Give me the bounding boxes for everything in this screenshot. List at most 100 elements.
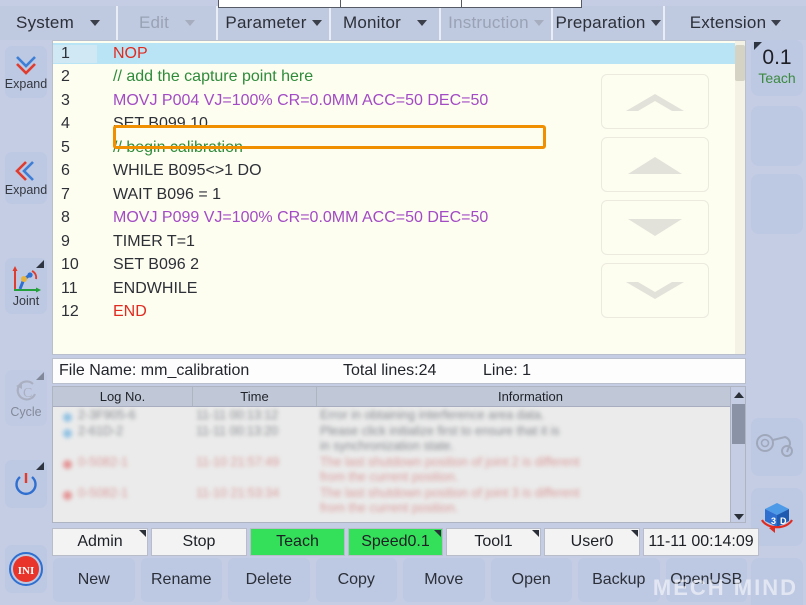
move-button[interactable]: Move [403, 558, 485, 602]
log-row[interactable]: 2-3F905-6 11-11 00:13:12 Error in obtainin… [53, 407, 745, 423]
line-number: 3 [61, 91, 70, 109]
menu-item-system[interactable]: System [0, 6, 118, 40]
tool-status[interactable]: Tool1 [446, 528, 541, 556]
coordinate-mode-label: Joint [12, 293, 40, 308]
log-row[interactable]: 0-5082-1 11-10 21:57:49 The last shutdown … [53, 454, 745, 485]
delete-button[interactable]: Delete [228, 558, 310, 602]
log-scrollbar-thumb[interactable] [732, 404, 745, 444]
log-table-body[interactable]: 2-3F905-6 11-11 00:13:12 Error in obtainin… [53, 407, 745, 522]
mode-status[interactable]: Teach [250, 528, 345, 556]
svg-text:3: 3 [771, 516, 776, 526]
line-number: 1 [53, 44, 97, 63]
3d-cube-icon: 3 D [761, 503, 793, 533]
log-time: 11-10 21:57:49 [196, 455, 280, 469]
status-label: Tool1 [474, 533, 513, 550]
chevron-down-icon [185, 20, 196, 26]
editor-scrollbar-thumb[interactable] [735, 45, 745, 81]
program-editor[interactable]: 1 NOP 2 // add the capture point here 3 MOVJ … [52, 40, 746, 355]
init-button[interactable]: INI [5, 545, 47, 593]
openusb-button[interactable]: OpenUSB [665, 558, 747, 602]
status-label: Admin [77, 533, 123, 550]
user-frame-status[interactable]: User0 [544, 528, 640, 556]
expand-left-button[interactable]: Expand [5, 152, 47, 204]
svg-text:INI: INI [18, 565, 35, 577]
coordinate-mode-button[interactable]: Joint [5, 258, 47, 314]
log-time: 11-10 21:53:34 [196, 486, 280, 500]
triangle-up-icon [628, 156, 682, 174]
button-label: Move [424, 571, 464, 588]
chevron-down-icon [417, 20, 428, 26]
menu-item-label: Edit [138, 13, 170, 32]
code-text: MOVJ P099 VJ=100% CR=0.0MM ACC=50 DEC=50 [113, 209, 489, 226]
editor-scrollbar[interactable] [735, 41, 745, 354]
menu-item-label: Extension [689, 13, 767, 32]
corner-indicator-icon [139, 530, 146, 537]
clock-status[interactable]: 11-11 00:14:09 [643, 528, 759, 556]
new-button[interactable]: New [53, 558, 135, 602]
teach-speed-button[interactable]: 0.1 Teach [751, 40, 803, 96]
page-down-button[interactable] [601, 263, 709, 318]
code-text: // begin calibration [113, 138, 243, 156]
corner-indicator-icon [631, 530, 638, 537]
menu-item-label: System [16, 13, 74, 32]
editor-nav-buttons [601, 74, 711, 326]
log-severity-dot [63, 413, 72, 422]
chevron-up-icon [626, 93, 684, 111]
file-info-bar: File Name: mm_calibration Total lines:24… [52, 358, 746, 384]
run-state-status[interactable]: Stop [151, 528, 247, 556]
file-action-toolbar: New Rename Delete Copy Move Open Backup OpenUSB [50, 558, 750, 602]
line-up-button[interactable] [601, 137, 709, 192]
copy-button[interactable]: Copy [315, 558, 397, 602]
line-number: 6 [61, 162, 70, 179]
file-name-label: File Name: mm_calibration [59, 362, 250, 379]
status-bar: Admin Stop Teach Speed0.1 Tool1 User0 11-11 00… [52, 528, 759, 556]
backup-button[interactable]: Backup [578, 558, 660, 602]
teach-mode-label: Teach [758, 70, 796, 86]
log-col-time: Time [193, 387, 317, 406]
code-text: MOVJ P004 VJ=100% CR=0.0MM ACC=50 DEC=50 [113, 91, 489, 109]
teach-pendant-app: System Edit Parameter Monitor Instruction Pre… [0, 0, 806, 605]
button-label: Rename [151, 571, 212, 588]
speed-status[interactable]: Speed0.1 [348, 528, 443, 556]
right-rail-blank-2[interactable] [751, 174, 803, 234]
ini-icon: INI [9, 552, 43, 586]
status-label: Speed0.1 [361, 533, 430, 550]
current-line-label: Line: 1 [483, 362, 532, 379]
corner-indicator-icon [434, 530, 441, 537]
expand-down-button[interactable]: Expand [5, 46, 47, 98]
line-number: 8 [61, 209, 70, 226]
code-text: WHILE B095<>1 DO [113, 162, 262, 179]
page-up-button[interactable] [601, 74, 709, 129]
log-scroll-down-arrow[interactable] [731, 509, 745, 522]
status-label: Teach [276, 533, 319, 550]
triangle-down-icon [628, 218, 682, 236]
menu-item-edit: Edit [118, 6, 218, 40]
right-rail-blank-3[interactable] [751, 558, 803, 605]
right-rail-blank-1[interactable] [751, 106, 803, 166]
cycle-icon: C [16, 379, 37, 401]
log-scroll-up-arrow[interactable] [731, 387, 745, 402]
menu-item-parameter[interactable]: Parameter [218, 6, 331, 40]
log-scrollbar[interactable] [730, 387, 745, 522]
open-button[interactable]: Open [490, 558, 572, 602]
code-line[interactable]: 1 NOP [53, 43, 745, 64]
log-row[interactable]: 2-61D-2 11-11 00:13:20 Please click initia… [53, 423, 745, 454]
menu-item-monitor[interactable]: Monitor [331, 6, 441, 40]
status-label: 11-11 00:14:09 [648, 533, 754, 550]
log-panel: Log No. Time Information 2-3F905-6 11-11 … [52, 386, 746, 523]
line-down-button[interactable] [601, 200, 709, 255]
menu-item-extension[interactable]: Extension [665, 6, 806, 40]
log-row[interactable]: 0-5082-1 11-10 21:53:34 The last shutdown … [53, 485, 745, 516]
jog-handle-button[interactable] [751, 418, 803, 476]
corner-indicator-icon [532, 530, 539, 537]
rename-button[interactable]: Rename [140, 558, 222, 602]
power-button[interactable] [5, 460, 47, 508]
user-level-status[interactable]: Admin [52, 528, 148, 556]
expand-left-label: Expand [4, 182, 48, 197]
line-number: 2 [61, 68, 70, 85]
menu-item-preparation[interactable]: Preparation [553, 6, 665, 40]
line-number: 7 [61, 185, 70, 203]
menu-item-instruction: Instruction [441, 6, 553, 40]
log-information: Please click initialize first to ensure … [320, 424, 560, 453]
cycle-mode-button[interactable]: C Cycle [5, 370, 47, 426]
